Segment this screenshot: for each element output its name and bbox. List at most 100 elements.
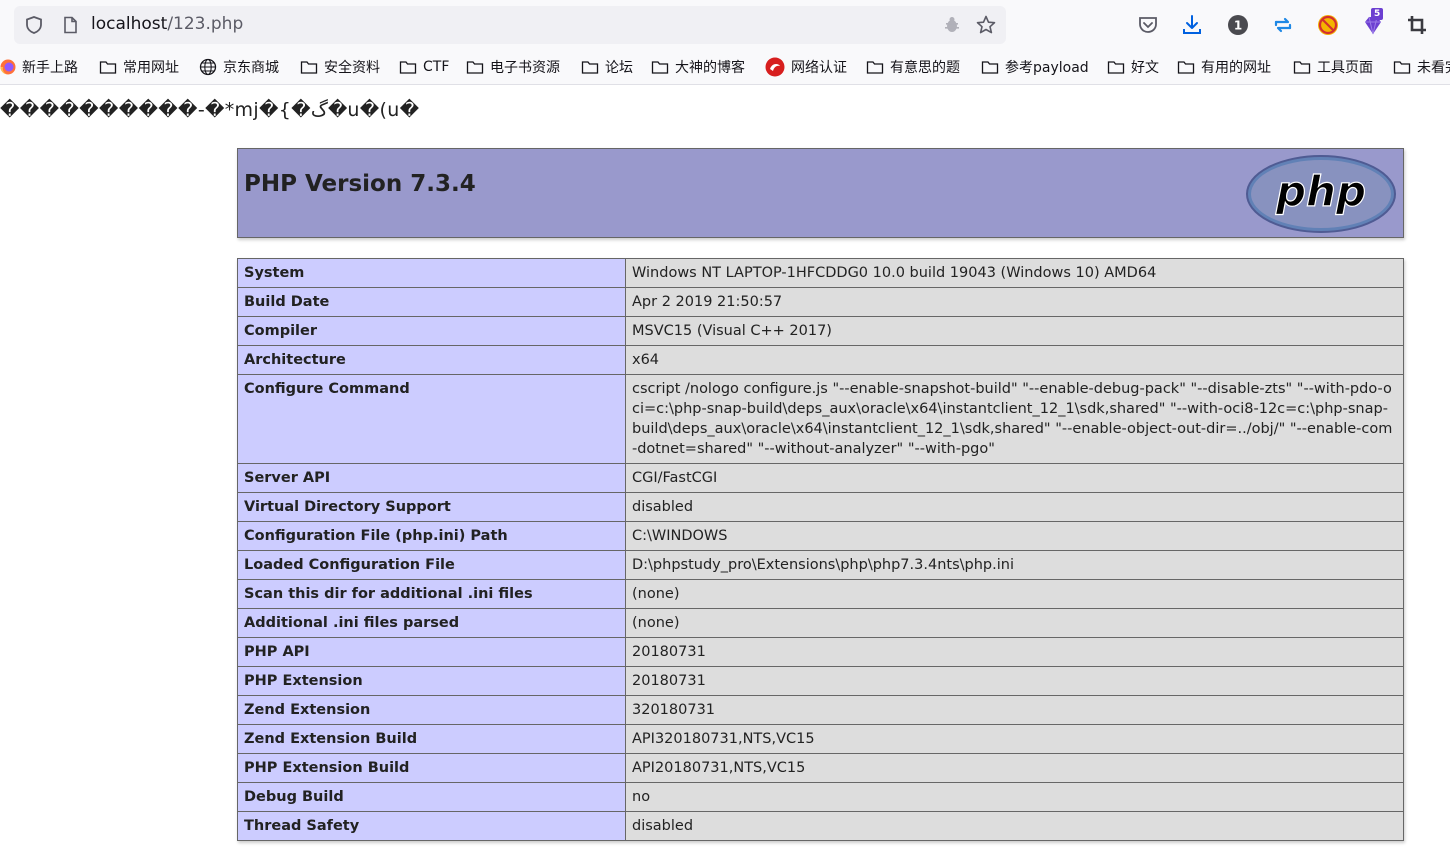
- table-row: PHP Extension 20180731: [237, 666, 1404, 696]
- row-key: Zend Extension Build: [237, 724, 626, 754]
- address-bar[interactable]: localhost/123.php: [14, 6, 1006, 44]
- extension-badge: 5: [1371, 8, 1384, 20]
- folder-icon: [651, 59, 669, 75]
- row-value: 20180731: [625, 666, 1404, 696]
- phpinfo-container: PHP Version 7.3.4 php System Windows NT L…: [237, 148, 1404, 841]
- row-key: Debug Build: [237, 782, 626, 812]
- row-value: 20180731: [625, 637, 1404, 667]
- row-key: PHP Extension Build: [237, 753, 626, 783]
- folder-icon: [99, 59, 117, 75]
- table-row: Compiler MSVC15 (Visual C++ 2017): [237, 316, 1404, 346]
- row-key: Compiler: [237, 316, 626, 346]
- php-logo-icon[interactable]: php: [1245, 154, 1397, 234]
- folder-icon: [1293, 59, 1311, 75]
- row-value: (none): [625, 579, 1404, 609]
- table-row: Loaded Configuration File D:\phpstudy_pro…: [237, 550, 1404, 580]
- bookmark-label: 电子书资源: [490, 60, 560, 76]
- table-row: Architecture x64: [237, 345, 1404, 375]
- bookmark-item[interactable]: CTF: [399, 57, 449, 77]
- bookmark-item[interactable]: 常用网址: [99, 57, 179, 77]
- bookmark-label: CTF: [423, 59, 450, 75]
- folder-icon: [1107, 59, 1125, 75]
- row-value: disabled: [625, 492, 1404, 522]
- table-row: Configuration File (php.ini) Path C:\WIND…: [237, 521, 1404, 551]
- row-value: C:\WINDOWS: [625, 521, 1404, 551]
- folder-icon: [1393, 59, 1411, 75]
- bookmark-item[interactable]: 有意思的题: [866, 57, 960, 77]
- bookmark-label: 论坛: [605, 60, 633, 76]
- page-icon[interactable]: [60, 15, 80, 35]
- bookmark-label: 未看完: [1417, 60, 1450, 76]
- sync-icon[interactable]: [1271, 13, 1295, 37]
- bookmark-label: 大神的博客: [675, 60, 745, 76]
- row-key: Configure Command: [237, 374, 626, 464]
- row-value: MSVC15 (Visual C++ 2017): [625, 316, 1404, 346]
- table-row: Build Date Apr 2 2019 21:50:57: [237, 287, 1404, 317]
- bookmark-item[interactable]: 好文: [1107, 57, 1159, 77]
- bookmark-star-icon[interactable]: [975, 14, 997, 36]
- row-value: x64: [625, 345, 1404, 375]
- bookmarks-bar: 新手上路 常用网址 京东商城 安全资料 CTF 电子书资源 论坛 大神的博客 网络认证 有意思的题…: [0, 50, 1450, 85]
- row-value: Windows NT LAPTOP-1HFCDDG0 10.0 build 19…: [625, 258, 1404, 288]
- red-logo-icon: [765, 57, 785, 77]
- bookmark-item[interactable]: 网络认证: [765, 57, 847, 77]
- table-row: Additional .ini files parsed (none): [237, 608, 1404, 638]
- bookmark-label: 安全资料: [324, 60, 380, 76]
- row-key: PHP Extension: [237, 666, 626, 696]
- row-key: Thread Safety: [237, 811, 626, 841]
- bookmark-label: 有意思的题: [890, 60, 960, 76]
- php-logo-text: php: [1275, 167, 1366, 216]
- table-row: Configure Command cscript /nologo configu…: [237, 374, 1404, 464]
- bookmark-item[interactable]: 安全资料: [300, 57, 380, 77]
- blocker-icon[interactable]: [1316, 13, 1340, 37]
- bookmark-label: 京东商城: [223, 60, 279, 76]
- table-row: System Windows NT LAPTOP-1HFCDDG0 10.0 bu…: [237, 258, 1404, 288]
- download-icon[interactable]: [1180, 13, 1204, 37]
- shield-icon[interactable]: [24, 15, 44, 35]
- row-key: Architecture: [237, 345, 626, 375]
- bookmark-item[interactable]: 大神的博客: [651, 57, 745, 77]
- bookmark-label: 工具页面: [1317, 60, 1373, 76]
- folder-icon: [399, 59, 417, 75]
- phpinfo-table: System Windows NT LAPTOP-1HFCDDG0 10.0 bu…: [237, 258, 1404, 841]
- globe-icon: [199, 58, 217, 76]
- crop-icon[interactable]: [1405, 13, 1429, 37]
- bug-icon[interactable]: [942, 15, 962, 35]
- row-key: Loaded Configuration File: [237, 550, 626, 580]
- bookmark-item[interactable]: 电子书资源: [466, 57, 560, 77]
- bookmark-item[interactable]: 参考payload: [981, 57, 1089, 77]
- row-key: Build Date: [237, 287, 626, 317]
- bookmark-label: 好文: [1131, 60, 1159, 76]
- bookmark-item[interactable]: 有用的网址: [1177, 57, 1271, 77]
- url-text[interactable]: localhost/123.php: [91, 14, 243, 34]
- table-row: Zend Extension Build API320180731,NTS,VC1…: [237, 724, 1404, 754]
- row-value: (none): [625, 608, 1404, 638]
- row-key: Zend Extension: [237, 695, 626, 725]
- bookmark-label: 新手上路: [22, 60, 78, 76]
- row-value: API20180731,NTS,VC15: [625, 753, 1404, 783]
- url-host: localhost: [91, 14, 168, 34]
- row-key: Server API: [237, 463, 626, 493]
- bookmark-item[interactable]: 工具页面: [1293, 57, 1373, 77]
- folder-icon: [866, 59, 884, 75]
- row-value: API320180731,NTS,VC15: [625, 724, 1404, 754]
- row-value: D:\phpstudy_pro\Extensions\php\php7.3.4n…: [625, 550, 1404, 580]
- folder-icon: [981, 59, 999, 75]
- bookmark-item[interactable]: 论坛: [581, 57, 633, 77]
- onetab-icon[interactable]: 1: [1226, 13, 1250, 37]
- row-key: Virtual Directory Support: [237, 492, 626, 522]
- bookmark-item[interactable]: 新手上路: [0, 57, 78, 77]
- row-key: PHP API: [237, 637, 626, 667]
- bookmark-label: 常用网址: [123, 60, 179, 76]
- table-row: PHP Extension Build API20180731,NTS,VC15: [237, 753, 1404, 783]
- pocket-icon[interactable]: [1136, 13, 1160, 37]
- row-value: cscript /nologo configure.js "--enable-s…: [625, 374, 1404, 464]
- row-value: 320180731: [625, 695, 1404, 725]
- page-title: PHP Version 7.3.4: [244, 171, 476, 197]
- bookmark-label: 参考payload: [1005, 60, 1089, 76]
- row-key: Scan this dir for additional .ini files: [237, 579, 626, 609]
- phpinfo-header: PHP Version 7.3.4 php: [237, 148, 1404, 238]
- folder-icon: [466, 59, 484, 75]
- bookmark-item[interactable]: 未看完: [1393, 57, 1450, 77]
- bookmark-item[interactable]: 京东商城: [199, 57, 279, 77]
